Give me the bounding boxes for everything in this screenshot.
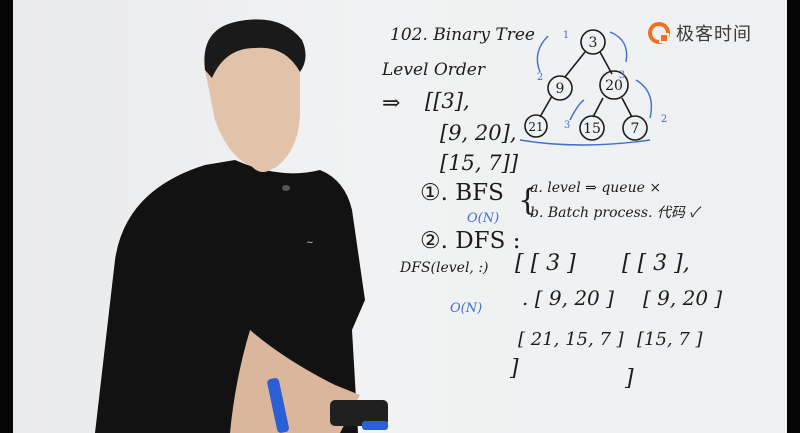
bfs-label: ①. BFS xyxy=(420,180,504,206)
bfs-brace: { xyxy=(518,183,537,218)
bfs-option-a: a. level ⇒ queue × xyxy=(530,180,661,196)
counter-2: 2 xyxy=(537,72,543,83)
presenter: ~ xyxy=(95,19,388,433)
whiteboard-writing: 102. Binary Tree Level Order ⇒ [[3], [9,… xyxy=(95,19,722,433)
result-line-3: [15, 7]] xyxy=(440,151,519,175)
dfs-left-line-3: [ 21, 15, 7 ] xyxy=(518,329,625,350)
dfs-right-line-1: [ [ 3 ], xyxy=(622,251,690,276)
dfs-left-line-2: . [ 9, 20 ] xyxy=(522,286,614,310)
counter-5: 2 xyxy=(661,114,667,125)
dfs-right-line-3: [15, 7 ] xyxy=(637,329,704,350)
dfs-left-line-1: [ [ 3 ] xyxy=(515,251,576,276)
problem-title: 102. Binary Tree xyxy=(390,25,535,45)
tree-label-15: 15 xyxy=(583,121,601,137)
arrow-symbol: ⇒ xyxy=(382,91,400,116)
dfs-left-line-4: ] xyxy=(509,356,519,381)
lapel-mic xyxy=(282,185,290,191)
dfs-label: ②. DFS : xyxy=(420,228,520,254)
result-line-1: [[3], xyxy=(425,89,470,113)
tree-label-7: 7 xyxy=(631,121,640,137)
tree-label-21: 21 xyxy=(528,120,543,134)
dfs-complexity: O(N) xyxy=(450,301,482,316)
dfs-right-line-4: ] xyxy=(624,366,634,391)
video-frame: 102. Binary Tree Level Order ⇒ [[3], [9,… xyxy=(0,0,800,433)
dfs-call: DFS(level, :) xyxy=(399,260,489,276)
brand-logo-text: 极客时间 xyxy=(676,24,752,45)
counter-3: 3 xyxy=(564,120,570,131)
bfs-option-b: b. Batch process. 代码 ✓ xyxy=(530,205,702,221)
geektime-logo-icon xyxy=(648,22,670,44)
clicker-accent xyxy=(362,421,388,430)
counter-4: 3 xyxy=(619,70,625,81)
tree-label-root: 3 xyxy=(589,35,598,51)
shirt-print: ~ xyxy=(306,238,314,248)
problem-subtitle: Level Order xyxy=(381,60,486,80)
tree-label-9: 9 xyxy=(556,81,565,97)
result-line-2: [9, 20], xyxy=(440,121,517,145)
dfs-right-line-2: [ 9, 20 ] xyxy=(643,286,722,310)
bfs-complexity: O(N) xyxy=(467,211,499,226)
brand-logo: 极客时间 xyxy=(648,20,752,46)
counter-1: 1 xyxy=(563,30,569,41)
